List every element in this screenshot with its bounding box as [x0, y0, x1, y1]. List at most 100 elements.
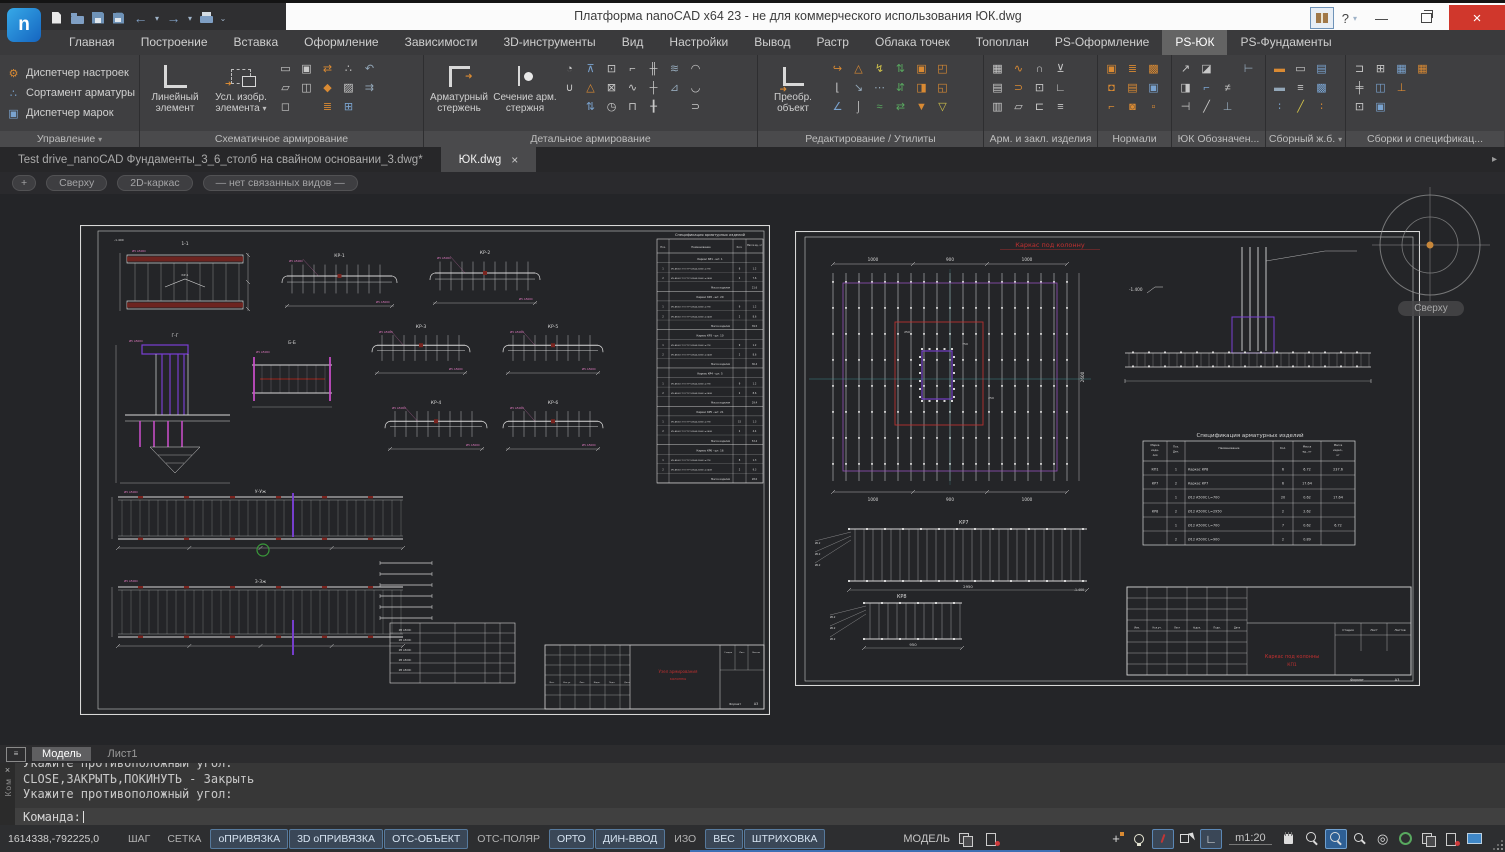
ribbon-tool-icon[interactable]: ╱ — [1290, 98, 1311, 117]
ribbon-tool-icon[interactable]: ▥ — [987, 98, 1008, 117]
ribbon-tab-Топоплан[interactable]: Топоплан — [963, 30, 1042, 55]
add-view-button[interactable]: + — [12, 175, 36, 191]
orbit-icon[interactable] — [1373, 830, 1393, 848]
ribbon-tool-icon[interactable]: ∩ — [1029, 60, 1050, 79]
ribbon-tab-Построение[interactable]: Построение — [128, 30, 221, 55]
ribbon-tool-icon[interactable]: ▱ — [1008, 98, 1029, 117]
doc-tab-inactive[interactable]: Test drive_nanoCAD Фундаменты_3_6_столб … — [0, 147, 441, 172]
status-toggle-ДИН-ВВОД[interactable]: ДИН-ВВОД — [595, 829, 665, 849]
help-button[interactable]: ? — [1342, 11, 1349, 26]
ribbon-tool-icon[interactable]: ∿ — [1008, 60, 1029, 79]
redo-dropdown-icon[interactable]: ▾ — [186, 14, 194, 23]
ribbon-tool-icon[interactable]: ◨ — [911, 79, 932, 98]
undo-icon[interactable]: ← — [132, 10, 149, 27]
ribbon-tool-icon[interactable]: △ — [580, 79, 601, 98]
ribbon-tab-Вывод[interactable]: Вывод — [741, 30, 803, 55]
command-history[interactable]: Укажите противоположный угол:CLOSE,ЗАКРЫ… — [15, 763, 1505, 808]
restore-button[interactable] — [1404, 5, 1449, 32]
drawing-canvas[interactable]: + Сверху2D-каркас— нет связанных видов —… — [0, 172, 1505, 745]
ribbon-tool-icon[interactable]: ▩ — [1311, 79, 1332, 98]
ribbon-tool-icon[interactable]: ⊠ — [601, 79, 622, 98]
ribbon-tool-icon[interactable]: ↗ — [1175, 60, 1196, 79]
status-toggle-3D оПРИВЯЗКА[interactable]: 3D оПРИВЯЗКА — [289, 829, 383, 849]
ribbon-tool-icon[interactable]: ⇄ — [317, 60, 338, 79]
close-command-icon[interactable]: × — [5, 765, 10, 775]
ribbon-tool-icon[interactable]: ⌐ — [1101, 98, 1122, 117]
ribbon-tool-icon[interactable]: ╂ — [643, 98, 664, 117]
ribbon-tool-icon[interactable]: ⌐ — [622, 60, 643, 79]
ribbon-tool-icon[interactable]: ⊻ — [1050, 60, 1071, 79]
ribbon-tool-icon[interactable]: ⇅ — [580, 98, 601, 117]
ribbon-item-Сортамент арматуры[interactable]: ∴Сортамент арматуры — [3, 85, 135, 102]
panel-caption[interactable]: ЮК Обозначен... — [1172, 131, 1265, 147]
view-pill[interactable]: — нет связанных видов — — [203, 175, 358, 191]
ribbon-tool-icon[interactable]: ⌡ — [848, 98, 869, 117]
ribbon-tool-icon[interactable]: ⊢ — [1238, 60, 1259, 79]
panel-caption[interactable]: Управление ▾ — [0, 131, 139, 147]
promo-gift-icon[interactable] — [1310, 7, 1334, 29]
ribbon-tool-icon[interactable]: ▼ — [911, 98, 932, 117]
ribbon-tool-icon[interactable]: ∿ — [622, 79, 643, 98]
ribbon-tool-icon[interactable]: ⌐ — [1196, 79, 1217, 98]
ribbon-tool-icon[interactable]: ▦ — [987, 60, 1008, 79]
ribbon-tool-icon[interactable]: ▽ — [932, 98, 953, 117]
ribbon-tool-icon[interactable]: ≡ — [1290, 79, 1311, 98]
ribbon-tool-icon[interactable]: ↶ — [359, 60, 380, 79]
ribbon-tool-icon[interactable]: ↘ — [848, 79, 869, 98]
status-toggle-ИЗО[interactable]: ИЗО — [666, 829, 704, 849]
ribbon-tool-icon[interactable]: ∶ — [1269, 98, 1290, 117]
ribbon-tool-icon[interactable]: ⊥ — [1391, 79, 1412, 98]
ribbon-tool-icon[interactable]: ⊃ — [1008, 79, 1029, 98]
rebar-section-button[interactable]: Сечение арм. стержня — [493, 57, 557, 127]
convert-object-button[interactable]: Преобр. объект — [761, 57, 825, 127]
ribbon-tool-icon[interactable]: ▤ — [1122, 79, 1143, 98]
ribbon-tool-icon[interactable]: ∴ — [338, 60, 359, 79]
ribbon-tool-icon[interactable]: ◷ — [601, 98, 622, 117]
minimize-button[interactable]: — — [1359, 5, 1404, 32]
status-toggle-СЕТКА[interactable]: СЕТКА — [159, 829, 209, 849]
ribbon-tab-PS-Фундаменты[interactable]: PS-Фундаменты — [1227, 30, 1344, 55]
ribbon-tool-icon[interactable]: ≡ — [1050, 98, 1071, 117]
ribbon-tool-icon[interactable]: ▨ — [338, 79, 359, 98]
new-file-icon[interactable] — [48, 10, 65, 27]
ribbon-tool-icon[interactable]: ▣ — [911, 60, 932, 79]
zoom-extents-icon[interactable] — [1350, 830, 1370, 848]
panel-caption[interactable]: Схематичное армирование — [140, 131, 423, 147]
scale-button[interactable]: m1:20 — [1229, 832, 1272, 845]
layout-switch-icon[interactable] — [956, 830, 976, 848]
qat-customize-icon[interactable]: ⌄ — [219, 14, 227, 23]
open-file-icon[interactable] — [69, 10, 86, 27]
ribbon-tool-icon[interactable]: ▣ — [1143, 79, 1164, 98]
ribbon-tool-icon[interactable]: ⌊ — [827, 79, 848, 98]
ribbon-tool-icon[interactable]: ⇄ — [890, 98, 911, 117]
ribbon-tool-icon[interactable]: ◱ — [932, 79, 953, 98]
print-icon[interactable] — [198, 10, 215, 27]
panel-caption[interactable]: Арм. и закл. изделия — [984, 131, 1097, 147]
undo-dropdown-icon[interactable]: ▾ — [153, 14, 161, 23]
ribbon-tool-icon[interactable]: ⊥ — [1217, 98, 1238, 117]
ribbon-tab-Настройки[interactable]: Настройки — [656, 30, 741, 55]
ucs-icon[interactable] — [1200, 829, 1222, 849]
status-toggle-ВЕС[interactable]: ВЕС — [705, 829, 743, 849]
ribbon-tool-icon[interactable]: ∪ — [559, 79, 580, 98]
ribbon-tool-icon[interactable]: ▱ — [275, 79, 296, 98]
ribbon-tool-icon[interactable]: ◻ — [275, 98, 296, 117]
ribbon-tab-Оформление[interactable]: Оформление — [291, 30, 391, 55]
ribbon-tool-icon[interactable]: ≣ — [1122, 60, 1143, 79]
status-toggle-оПРИВЯЗКА[interactable]: оПРИВЯЗКА — [210, 829, 288, 849]
ribbon-tool-icon[interactable]: ▬ — [1269, 79, 1290, 98]
tab-model[interactable]: Модель — [32, 747, 91, 761]
zoom-window-icon[interactable] — [1325, 829, 1347, 849]
snap-cursor-icon[interactable] — [1177, 830, 1197, 848]
redo-icon[interactable]: → — [165, 10, 182, 27]
help-dropdown-icon[interactable]: ▾ — [1351, 14, 1359, 23]
ribbon-tool-icon[interactable]: ⋯ — [869, 79, 890, 98]
panel-caption[interactable]: Сборный ж.б. ▾ — [1266, 131, 1345, 147]
ribbon-tool-icon[interactable]: ▤ — [987, 79, 1008, 98]
ribbon-tool-icon[interactable]: ▭ — [275, 60, 296, 79]
ribbon-tab-Зависимости[interactable]: Зависимости — [392, 30, 491, 55]
ribbon-tool-icon[interactable]: ∶ — [1311, 98, 1332, 117]
rebar-bar-button[interactable]: Арматурный стержень — [427, 57, 491, 127]
symbolic-element-button[interactable]: Усл. изобр. элемента ▾ — [209, 57, 273, 127]
ribbon-tool-icon[interactable]: ≈ — [869, 98, 890, 117]
